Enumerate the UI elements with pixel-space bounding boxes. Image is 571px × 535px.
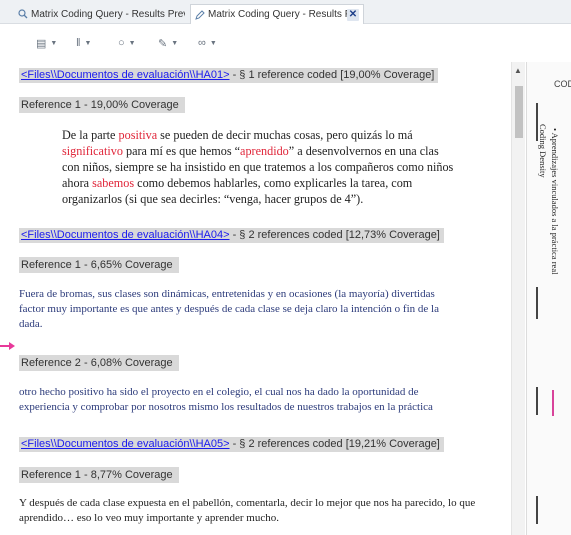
chevron-down-icon: ▼ [171,39,179,47]
coding-density-bar [536,287,538,319]
source-summary: - § 1 reference coded [19,00% Coverage] [229,69,435,81]
reference-text-line: experiencia y comprobar por nosotros mis… [19,401,433,413]
source-link-ha04[interactable]: <Files\\Documentos de evaluación\\HA04> [21,229,230,241]
source-summary: - § 2 references coded [12,73% Coverage] [229,229,440,241]
reference-text-line: dada. [19,318,43,330]
coding-column-header: COD [554,79,571,89]
coding-density-bar [536,496,538,524]
source-link-ha01[interactable]: <Files\\Documentos de evaluación\\HA01> [21,69,230,81]
coding-stripes-panel [526,62,571,535]
tab-label: Matrix Coding Query - Results Previ [208,9,347,20]
reference-label: Reference 1 - 8,77% Coverage [19,467,179,483]
chevron-down-icon: ▼ [84,39,92,47]
reference-label: Reference 1 - 6,65% Coverage [19,257,179,273]
chevron-down-icon: ▼ [209,39,217,47]
source-summary: - § 2 references coded [19,21% Coverage] [229,438,440,450]
chevron-down-icon: ▼ [128,39,136,47]
reference-label: Reference 1 - 19,00% Coverage [19,97,185,113]
reference-text-line: De la parte positiva se pueden de decir … [62,128,413,142]
reference-text-line: significativo para mí es que hemos “apre… [62,144,439,158]
arrow-marker-icon [0,342,15,350]
see-also-links-button[interactable]: ∞ ▼ [198,36,217,50]
scroll-thumb[interactable] [515,86,523,138]
link-icon: ∞ [198,37,206,49]
tab-bar: Matrix Coding Query - Results Prev Matri… [0,0,571,24]
reference-text-line: con niños, siempre se ha insistido en qu… [62,160,454,174]
close-icon[interactable]: ✕ [347,8,359,21]
pen-icon: ✎ [158,37,168,50]
bars-icon: ‖ [76,37,81,49]
coding-density-bar [536,103,538,141]
reference-text-line: Y después de cada clase expuesta en el p… [19,497,476,509]
reference-text-line: ahora sabemos como debemos hablarles, co… [62,176,413,190]
coding-stripe[interactable] [552,390,554,416]
reference-text-line: factor muy importante es que antes y des… [19,303,439,315]
tab-results-preview-2[interactable]: Matrix Coding Query - Results Previ ✕ [190,4,364,24]
toolbar: ▤ ▼ ‖ ▼ ○ ▼ ✎ ▼ ∞ ▼ [0,25,571,61]
source-link-ha05[interactable]: <Files\\Documentos de evaluación\\HA05> [21,438,230,450]
comment-button[interactable]: ▤ ▼ [36,36,57,50]
source-header-ha01: <Files\\Documentos de evaluación\\HA01> … [19,68,439,83]
source-header-ha05: <Files\\Documentos de evaluación\\HA05> … [19,437,444,452]
reference-text-line: Fuera de bromas, sus clases son dinámica… [19,288,435,300]
source-header-ha04: <Files\\Documentos de evaluación\\HA04> … [19,228,444,243]
coding-density-bar [536,387,538,415]
results-content[interactable]: <Files\\Documentos de evaluación\\HA01> … [15,62,511,535]
reference-text-line: otro hecho positivo ha sido el proyecto … [19,386,419,398]
comment-icon: ▤ [36,37,47,50]
highlight-button[interactable]: ○ ▼ [118,36,136,50]
annotation-button[interactable]: ✎ ▼ [158,36,178,50]
query-icon [18,9,28,19]
reference-label: Reference 2 - 6,08% Coverage [19,355,179,371]
edit-icon [195,9,205,20]
coding-stripes-button[interactable]: ‖ ▼ [76,36,91,50]
reference-text-line: aprendido… eso lo veo muy importante y a… [19,512,279,524]
node-stripe-label: • Aprendizajes vinculados a la práctica … [550,128,560,275]
coding-density-label: Coding Density [538,124,548,178]
reference-text-line: organizarlos (si que sea decirles: “veng… [62,192,364,206]
vertical-scrollbar[interactable]: ▲ [511,62,525,535]
tab-results-preview-1[interactable]: Matrix Coding Query - Results Prev [14,4,189,24]
scroll-up-icon[interactable]: ▲ [514,66,522,75]
chevron-down-icon: ▼ [50,39,58,47]
circle-icon: ○ [118,37,125,49]
tab-label: Matrix Coding Query - Results Prev [31,8,185,20]
